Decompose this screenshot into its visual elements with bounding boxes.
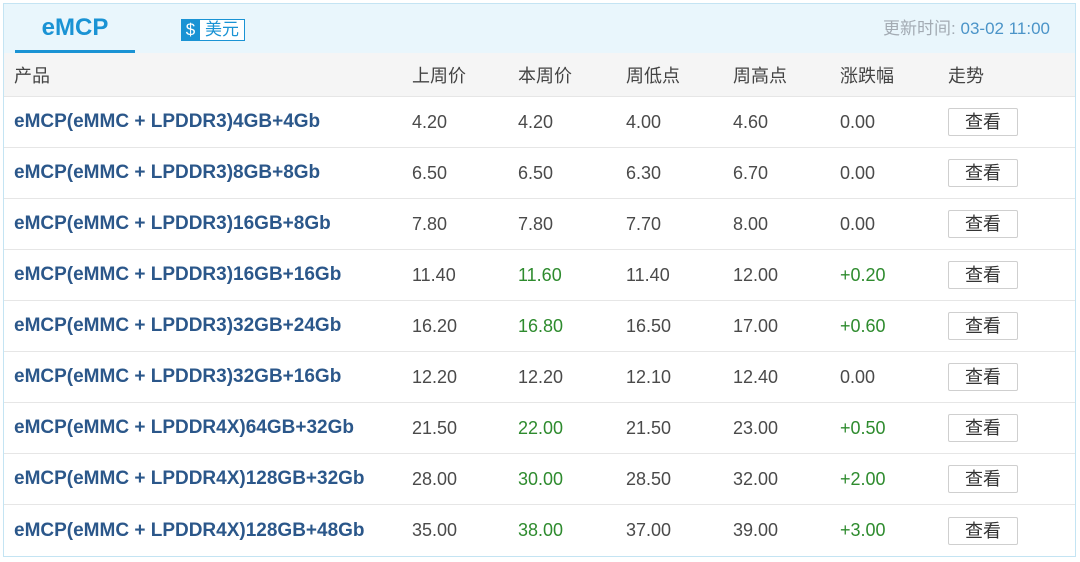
- week-high: 6.70: [733, 162, 769, 183]
- week-low: 28.50: [626, 468, 672, 489]
- view-trend-button[interactable]: 查看: [948, 261, 1018, 289]
- trend-cell: 查看: [938, 465, 1075, 493]
- column-header-week-low: 周低点: [626, 65, 680, 86]
- week-high: 12.00: [733, 264, 779, 285]
- table-row: eMCP(eMMC + LPDDR3)16GB+8Gb 7.80 7.80 7.…: [4, 199, 1075, 250]
- column-header-this-week: 本周价: [518, 65, 572, 86]
- column-header-product: 产品: [14, 65, 50, 86]
- price-change: 0.00: [840, 366, 876, 387]
- last-week-price: 6.50: [412, 162, 448, 183]
- price-change: +0.50: [840, 417, 886, 438]
- last-week-price: 4.20: [412, 111, 448, 132]
- view-trend-button[interactable]: 查看: [948, 312, 1018, 340]
- currency-label: 美元: [200, 19, 245, 41]
- column-header-change: 涨跌幅: [840, 65, 894, 86]
- product-name[interactable]: eMCP(eMMC + LPDDR3)32GB+24Gb: [4, 315, 402, 337]
- table-row: eMCP(eMMC + LPDDR3)8GB+8Gb 6.50 6.50 6.3…: [4, 148, 1075, 199]
- table-body: eMCP(eMMC + LPDDR3)4GB+4Gb 4.20 4.20 4.0…: [4, 97, 1075, 556]
- column-header-trend: 走势: [948, 65, 984, 86]
- column-header-last-week: 上周价: [412, 65, 466, 86]
- trend-cell: 查看: [938, 414, 1075, 442]
- trend-cell: 查看: [938, 108, 1075, 136]
- view-trend-button[interactable]: 查看: [948, 516, 1018, 545]
- view-trend-button[interactable]: 查看: [948, 363, 1018, 391]
- last-week-price: 11.40: [412, 264, 456, 285]
- week-high: 8.00: [733, 213, 769, 234]
- product-name[interactable]: eMCP(eMMC + LPDDR3)8GB+8Gb: [4, 162, 402, 184]
- product-name[interactable]: eMCP(eMMC + LPDDR4X)128GB+32Gb: [4, 468, 402, 490]
- last-week-price: 16.20: [412, 315, 458, 336]
- week-high: 23.00: [733, 417, 779, 438]
- view-trend-button[interactable]: 查看: [948, 465, 1018, 493]
- last-week-price: 7.80: [412, 213, 448, 234]
- week-low: 37.00: [626, 520, 672, 540]
- last-week-price: 28.00: [412, 468, 458, 489]
- product-name[interactable]: eMCP(eMMC + LPDDR3)16GB+8Gb: [4, 213, 402, 235]
- price-change: +0.60: [840, 315, 886, 336]
- trend-cell: 查看: [938, 363, 1075, 391]
- week-low: 4.00: [626, 111, 662, 132]
- price-panel: eMCP $ 美元 更新时间: 03-02 11:00 产品 上周价 本周价 周…: [3, 3, 1076, 557]
- panel-header: eMCP $ 美元 更新时间: 03-02 11:00: [4, 4, 1075, 53]
- this-week-price: 30.00: [518, 468, 564, 489]
- table-header: 产品 上周价 本周价 周低点 周高点 涨跌幅 走势: [4, 53, 1075, 97]
- this-week-price: 4.20: [518, 111, 554, 132]
- view-trend-button[interactable]: 查看: [948, 414, 1018, 442]
- this-week-price: 38.00: [518, 520, 564, 540]
- update-time: 更新时间: 03-02 11:00: [883, 4, 1050, 53]
- this-week-price: 22.00: [518, 417, 564, 438]
- update-time-value: 03-02 11:00: [960, 19, 1050, 38]
- table-row: eMCP(eMMC + LPDDR4X)128GB+48Gb 35.00 38.…: [4, 505, 1075, 556]
- trend-cell: 查看: [938, 516, 1075, 545]
- this-week-price: 6.50: [518, 162, 554, 183]
- dollar-icon: $: [181, 19, 200, 41]
- view-trend-button[interactable]: 查看: [948, 159, 1018, 187]
- trend-cell: 查看: [938, 312, 1075, 340]
- trend-cell: 查看: [938, 159, 1075, 187]
- table-row: eMCP(eMMC + LPDDR3)32GB+16Gb 12.20 12.20…: [4, 352, 1075, 403]
- tab-emcp[interactable]: eMCP: [15, 4, 135, 53]
- product-name[interactable]: eMCP(eMMC + LPDDR3)16GB+16Gb: [4, 264, 402, 286]
- price-change: +0.20: [840, 264, 886, 285]
- trend-cell: 查看: [938, 210, 1075, 238]
- table-row: eMCP(eMMC + LPDDR3)32GB+24Gb 16.20 16.80…: [4, 301, 1075, 352]
- price-change: 0.00: [840, 111, 876, 132]
- last-week-price: 12.20: [412, 366, 458, 387]
- week-high: 17.00: [733, 315, 779, 336]
- week-high: 32.00: [733, 468, 779, 489]
- week-high: 12.40: [733, 366, 779, 387]
- last-week-price: 21.50: [412, 417, 458, 438]
- last-week-price: 35.00: [412, 520, 458, 540]
- column-header-week-high: 周高点: [733, 65, 787, 86]
- table-row: eMCP(eMMC + LPDDR4X)128GB+32Gb 28.00 30.…: [4, 454, 1075, 505]
- product-name[interactable]: eMCP(eMMC + LPDDR3)4GB+4Gb: [4, 111, 402, 133]
- table-row: eMCP(eMMC + LPDDR3)16GB+16Gb 11.40 11.60…: [4, 250, 1075, 301]
- this-week-price: 11.60: [518, 264, 562, 285]
- price-change: 0.00: [840, 162, 876, 183]
- product-name[interactable]: eMCP(eMMC + LPDDR4X)64GB+32Gb: [4, 417, 402, 439]
- update-time-label: 更新时间:: [883, 19, 956, 38]
- product-name[interactable]: eMCP(eMMC + LPDDR3)32GB+16Gb: [4, 366, 402, 388]
- week-high: 39.00: [733, 520, 779, 540]
- week-low: 16.50: [626, 315, 672, 336]
- this-week-price: 7.80: [518, 213, 554, 234]
- week-low: 7.70: [626, 213, 662, 234]
- table-row: eMCP(eMMC + LPDDR3)4GB+4Gb 4.20 4.20 4.0…: [4, 97, 1075, 148]
- this-week-price: 16.80: [518, 315, 564, 336]
- this-week-price: 12.20: [518, 366, 564, 387]
- week-low: 12.10: [626, 366, 672, 387]
- week-high: 4.60: [733, 111, 769, 132]
- price-change: 0.00: [840, 213, 876, 234]
- product-name[interactable]: eMCP(eMMC + LPDDR4X)128GB+48Gb: [4, 520, 402, 542]
- trend-cell: 查看: [938, 261, 1075, 289]
- view-trend-button[interactable]: 查看: [948, 108, 1018, 136]
- week-low: 21.50: [626, 417, 672, 438]
- view-trend-button[interactable]: 查看: [948, 210, 1018, 238]
- currency-badge[interactable]: $ 美元: [181, 19, 245, 41]
- week-low: 11.40: [626, 264, 670, 285]
- week-low: 6.30: [626, 162, 662, 183]
- price-change: +3.00: [840, 520, 886, 540]
- price-change: +2.00: [840, 468, 886, 489]
- table-row: eMCP(eMMC + LPDDR4X)64GB+32Gb 21.50 22.0…: [4, 403, 1075, 454]
